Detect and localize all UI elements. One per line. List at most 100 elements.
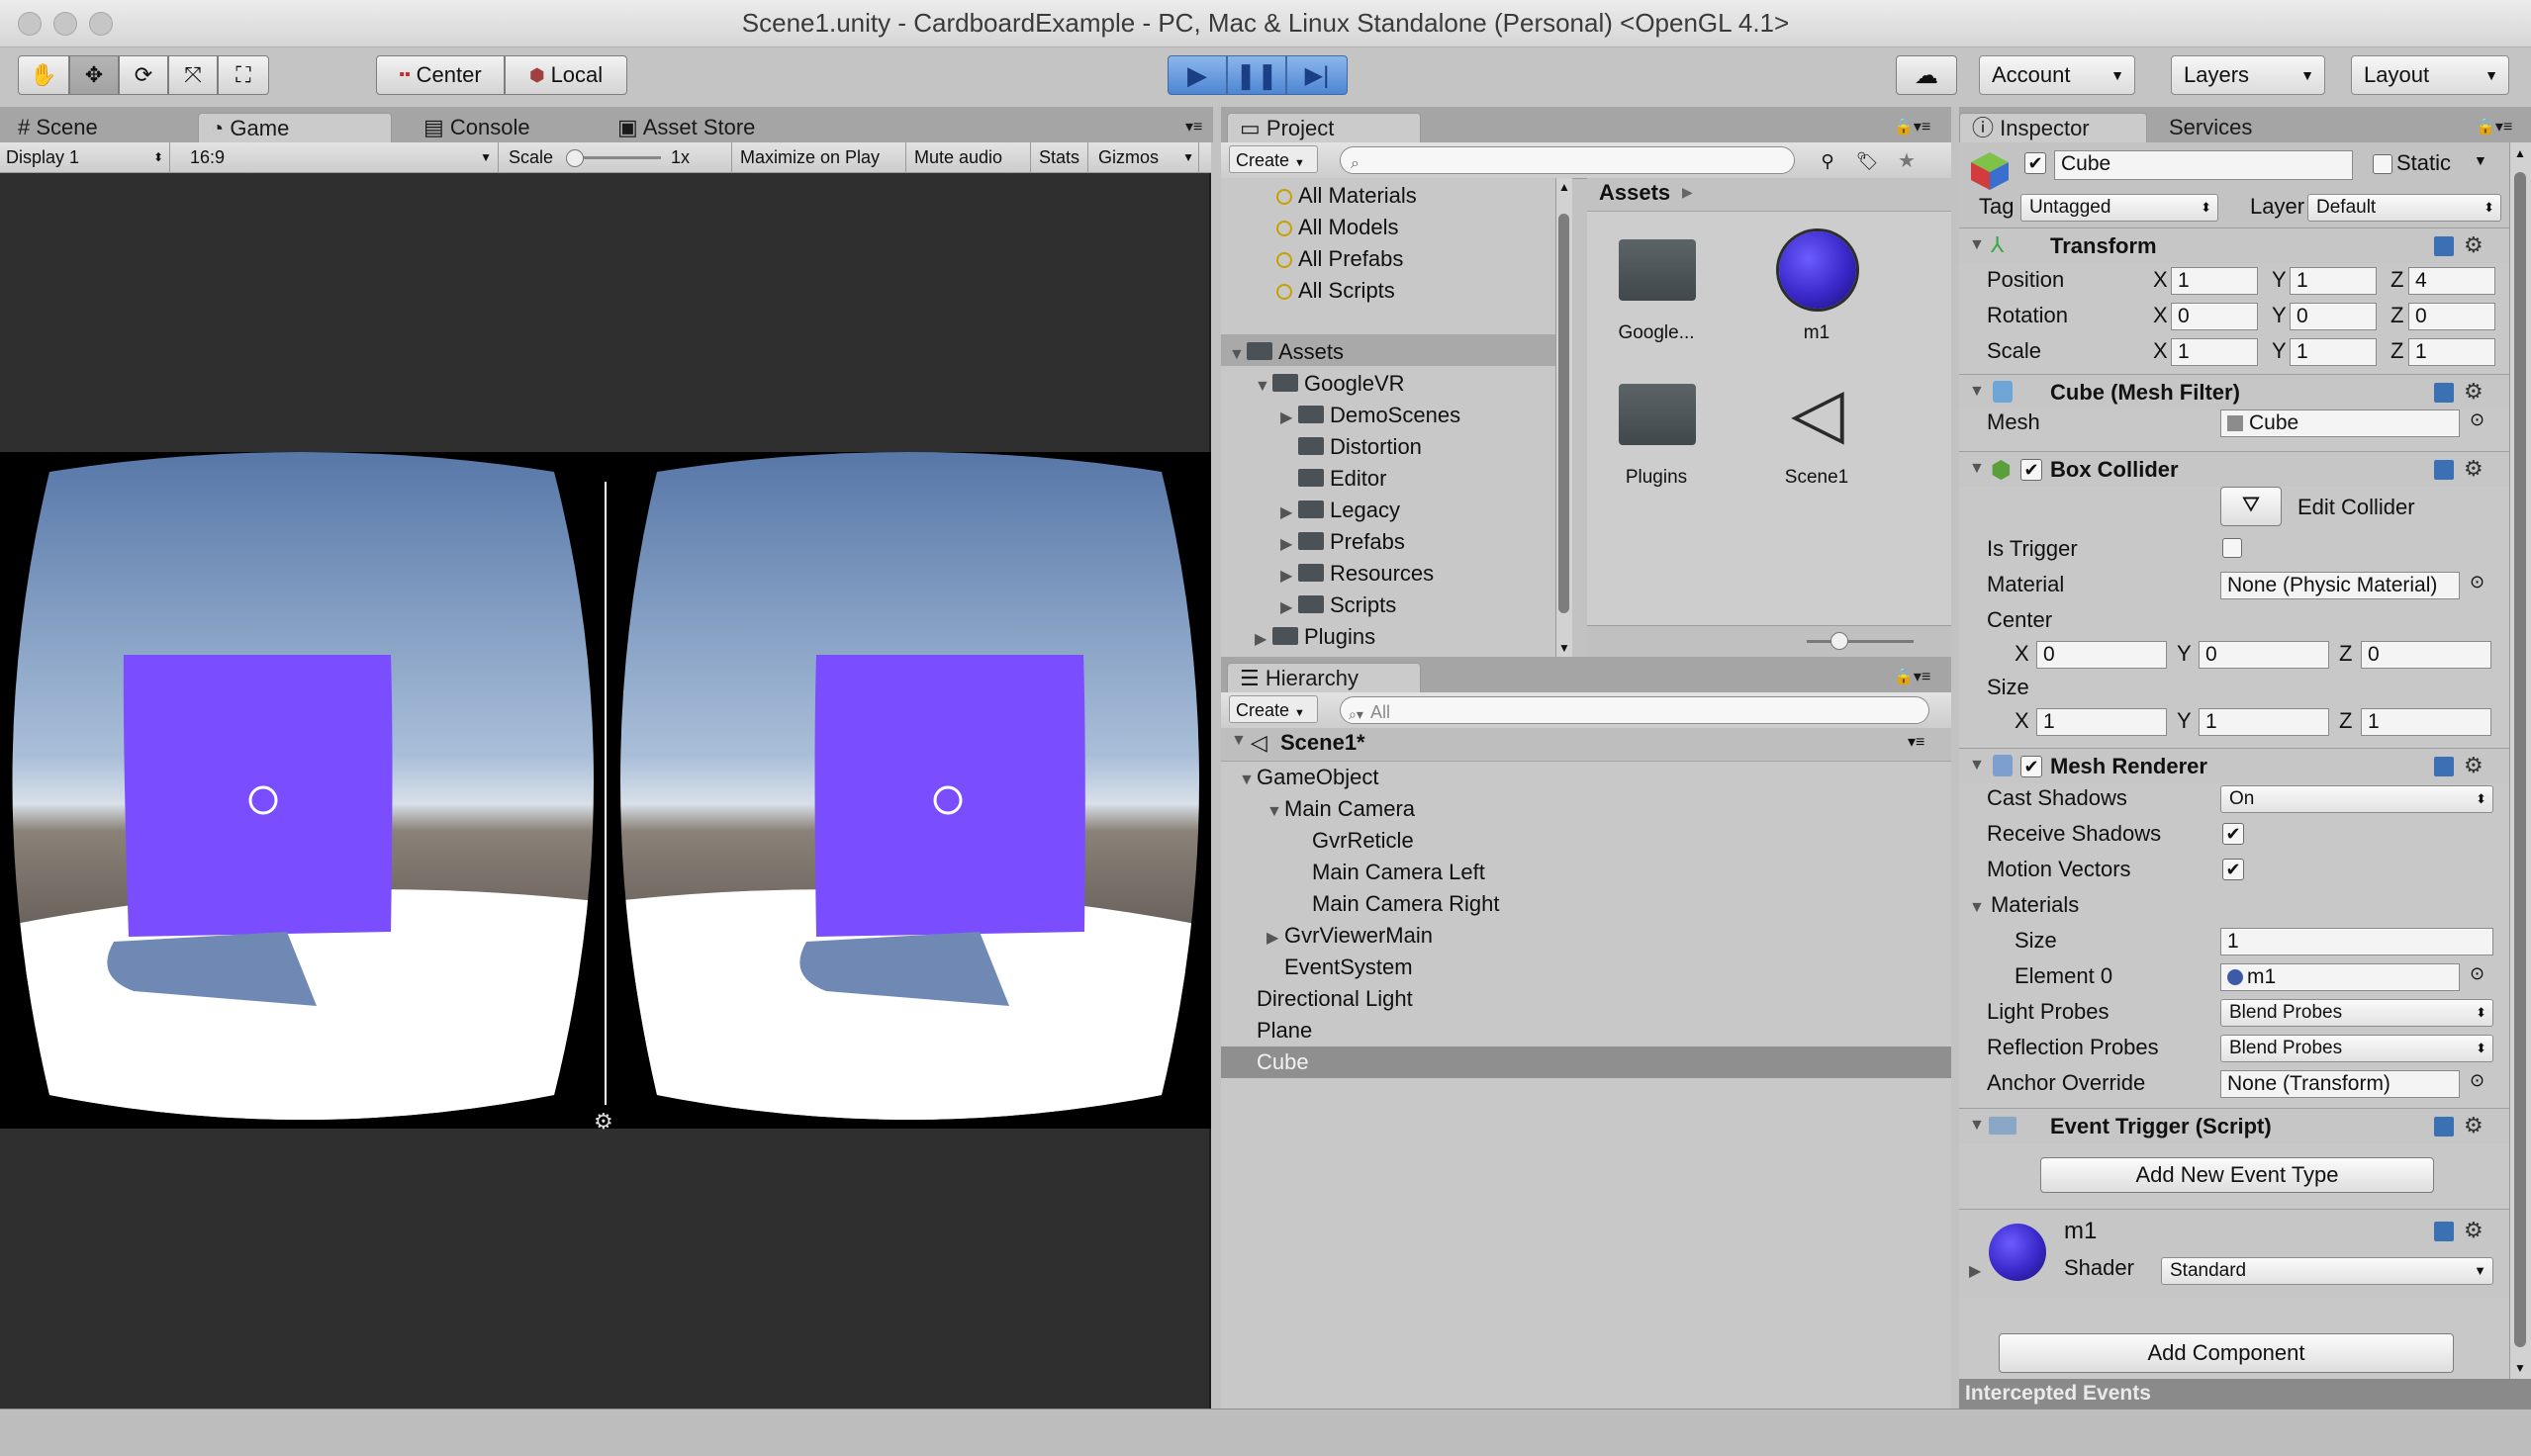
tab-console[interactable]: ▤ Console [412,113,590,142]
collapsed-triangle-icon[interactable]: ▶ [1280,592,1298,624]
collider-size-y-input[interactable]: 1 [2199,708,2329,736]
axis-x-label[interactable]: X [2153,265,2168,295]
asset-tile[interactable]: Plugins [1597,372,1716,500]
add-new-event-type-button[interactable]: Add New Event Type [2040,1157,2434,1193]
settings-gear-icon[interactable]: ⚙ [2464,232,2484,258]
rotate-tool-button[interactable]: ⟳ [119,55,168,95]
receive-shadows-checkbox[interactable]: ✔ [2222,823,2244,845]
transform-header[interactable]: ▼ ⅄ Transform ⚙ [1959,228,2509,263]
collab-cloud-button[interactable]: ☁ [1896,55,1957,95]
mesh-renderer-header[interactable]: ▼ ✔ Mesh Renderer ⚙ [1959,748,2509,783]
collapsed-triangle-icon[interactable]: ▶ [1280,561,1298,592]
materials-size-input[interactable]: 1 [2220,928,2493,956]
hierarchy-search-input[interactable]: ⌕▾ All [1340,696,1929,724]
hierarchy-item[interactable]: Main Camera Left [1294,857,1485,888]
display-dropdown[interactable]: Display 1 ⬍ [0,142,170,172]
hierarchy-item[interactable]: Cube [1239,1046,1309,1078]
hierarchy-item[interactable]: Plane [1239,1015,1312,1046]
hierarchy-lock-menu-icon[interactable]: 🔒▾≡ [1882,663,1945,692]
stats-toggle[interactable]: Stats [1033,142,1088,172]
project-tree-item[interactable]: Editor [1280,463,1386,495]
scroll-up-arrow-icon[interactable]: ▲ [2514,146,2526,160]
collapse-triangle-icon[interactable]: ▼ [1969,236,1985,254]
step-button[interactable]: ▶| [1286,55,1348,95]
physic-material-field[interactable]: None (Physic Material) [2220,572,2460,599]
collapsed-triangle-icon[interactable]: ▶ [1280,403,1298,434]
move-tool-button[interactable]: ✥ [69,55,119,95]
tag-dropdown[interactable]: Untagged ⬍ [2020,194,2218,222]
center-y-input[interactable]: 0 [2199,641,2329,669]
tab-asset-store[interactable]: ▣ Asset Store [606,113,803,142]
collider-size-x-input[interactable]: 1 [2036,708,2167,736]
asset-tile[interactable]: ◁ Scene1 [1757,372,1876,500]
panel-menu-icon[interactable]: ▾≡ [1173,113,1209,142]
collapse-triangle-icon[interactable]: ▼ [1969,460,1985,478]
scale-y-input[interactable]: 1 [2290,338,2377,366]
settings-gear-icon[interactable]: ⚙ [2464,753,2484,778]
axis-x-label[interactable]: X [2015,706,2029,736]
rotation-x-input[interactable]: 0 [2171,303,2258,330]
layer-dropdown[interactable]: Default ⬍ [2307,194,2501,222]
settings-gear-icon[interactable]: ⚙ [2464,1113,2484,1138]
scale-slider-track[interactable] [572,156,661,159]
collapsed-triangle-icon[interactable]: ▶ [1280,498,1298,529]
scale-x-input[interactable]: 1 [2171,338,2258,366]
help-book-icon[interactable] [2434,1117,2454,1137]
cast-shadows-dropdown[interactable]: On ⬍ [2220,785,2493,813]
asset-zoom-slider-track[interactable] [1807,640,1914,643]
scroll-down-arrow-icon[interactable]: ▼ [2514,1361,2526,1375]
static-checkbox[interactable] [2373,154,2392,174]
play-button[interactable]: ▶ [1168,55,1227,95]
hierarchy-item[interactable]: EventSystem [1266,952,1413,983]
help-book-icon[interactable] [2434,757,2454,776]
axis-y-label[interactable]: Y [2177,706,2192,736]
collapsed-triangle-icon[interactable]: ▶ [1255,624,1272,656]
hierarchy-item[interactable]: Main Camera Right [1294,888,1500,920]
materials-foldout[interactable]: ▼ Materials [1969,890,2079,920]
layers-dropdown[interactable]: Layers ▼ [2171,55,2325,95]
pause-button[interactable]: ❚❚ [1227,55,1286,95]
hierarchy-item[interactable]: ▼Main Camera [1266,793,1415,825]
axis-x-label[interactable]: X [2153,301,2168,330]
maximize-on-play-toggle[interactable]: Maximize on Play [734,142,906,172]
scale-tool-button[interactable]: ⤧ [168,55,218,95]
layout-dropdown[interactable]: Layout ▼ [2351,55,2509,95]
help-book-icon[interactable] [2434,383,2454,403]
scroll-thumb[interactable] [2514,172,2526,1347]
project-tree-scrollbar[interactable]: ▲ ▼ [1555,178,1572,657]
project-tree-item[interactable]: ▶ DemoScenes [1280,400,1460,431]
project-tree-item[interactable]: ▼ Assets [1229,336,1344,368]
project-tree-item[interactable]: Distortion [1280,431,1422,463]
object-picker-icon[interactable]: ⊙ [2470,963,2484,984]
collapsed-triangle-icon[interactable]: ▶ [1280,529,1298,561]
mesh-filter-header[interactable]: ▼ Cube (Mesh Filter) ⚙ [1959,374,2509,410]
tab-inspector[interactable]: ⓘ Inspector [1959,113,2147,142]
hierarchy-item[interactable]: Directional Light [1239,983,1413,1015]
position-x-input[interactable]: 1 [2171,267,2258,295]
axis-z-label[interactable]: Z [2339,706,2352,736]
scroll-up-arrow-icon[interactable]: ▲ [1558,180,1570,194]
rotation-y-input[interactable]: 0 [2290,303,2377,330]
mute-audio-toggle[interactable]: Mute audio [908,142,1031,172]
favorites-item[interactable]: All Materials [1276,180,1417,212]
motion-vectors-checkbox[interactable]: ✔ [2222,859,2244,880]
scale-slider-thumb[interactable] [566,149,584,167]
rotation-z-input[interactable]: 0 [2408,303,2495,330]
hierarchy-item[interactable]: ▶ GvrViewerMain [1266,920,1433,952]
hierarchy-item[interactable]: ▼GameObject [1239,762,1379,793]
expanded-triangle-icon[interactable]: ▼ [1266,796,1284,828]
favorites-item[interactable]: All Models [1276,212,1398,243]
pivot-center-toggle[interactable]: ▪▪ Center [376,55,505,95]
pivot-local-toggle[interactable]: ⬢ Local [505,55,627,95]
scene-menu-icon[interactable]: ▾≡ [1908,732,1924,752]
collapse-triangle-icon[interactable]: ▼ [1969,757,1985,774]
project-create-dropdown[interactable]: Create ▼ [1229,145,1318,173]
filter-by-label-icon[interactable]: 🏷 [1850,146,1884,174]
scroll-down-arrow-icon[interactable]: ▼ [1558,641,1570,655]
asset-zoom-slider-thumb[interactable] [1830,632,1848,650]
tab-hierarchy[interactable]: ☰ Hierarchy [1227,663,1421,692]
favorites-item[interactable]: All Prefabs [1276,243,1403,275]
help-book-icon[interactable] [2434,1222,2454,1241]
axis-y-label[interactable]: Y [2177,639,2192,669]
settings-gear-icon[interactable]: ⚙ [2464,456,2484,482]
